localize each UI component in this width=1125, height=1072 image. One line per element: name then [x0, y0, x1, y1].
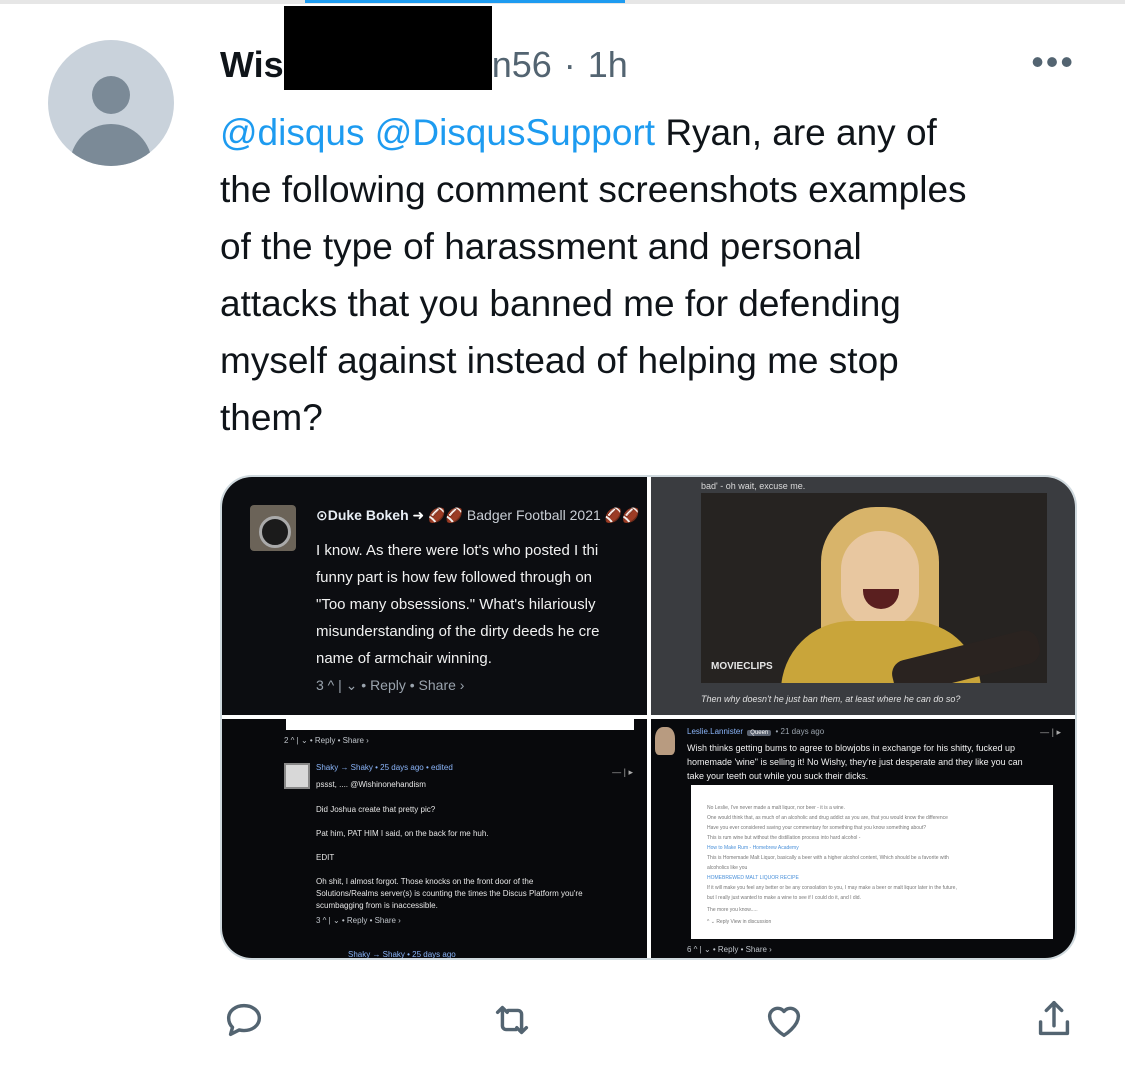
- share-icon[interactable]: [1029, 995, 1079, 1045]
- comment-line: Did Joshua create that pretty pic?: [316, 805, 436, 814]
- reply-box: [286, 719, 634, 730]
- comment-actions: 2 ^ | ⌄ • Reply • Share ›: [284, 736, 369, 745]
- image-caption-bottom: Then why doesn't he just ban them, at le…: [701, 694, 961, 704]
- comment-line: pssst, .... @Wishinonehandism: [316, 780, 426, 789]
- comment-username: ⊙Duke Bokeh ➜ 🏈🏈 Badger Football 2021 🏈🏈: [316, 507, 640, 524]
- comment-actions: 3 ^ | ⌄ • Reply • Share ›: [316, 677, 465, 693]
- football-icon: 🏈🏈: [604, 507, 640, 523]
- arrow-icon: ➜ 🏈🏈: [412, 507, 467, 523]
- card-link: HOMEBREWED MALT LIQUOR RECIPE: [707, 875, 799, 881]
- comment-body: I know. As there were lot's who posted I…: [316, 537, 647, 672]
- user-badge: Queen: [747, 730, 772, 736]
- card-line: ^ ⌄ Reply View in discussion: [707, 919, 772, 925]
- top-divider: [0, 0, 1125, 4]
- avatar-icon: [284, 763, 310, 789]
- card-line: alcoholics like you: [707, 865, 748, 871]
- like-icon[interactable]: [759, 995, 809, 1045]
- default-avatar-body: [70, 124, 152, 166]
- media-image-4[interactable]: Leslie.Lannister Queen • 21 days ago — |…: [651, 719, 1075, 958]
- movieclips-logo: MOVIECLIPS: [711, 661, 773, 672]
- comment-line: I know. As there were lot's who posted I…: [316, 542, 599, 559]
- flag-icon: — | ▸: [1040, 727, 1061, 737]
- comment-username: Shaky → Shaky • 25 days ago: [348, 950, 456, 959]
- camera-avatar-icon: [250, 505, 296, 551]
- comment-age: • 21 days ago: [775, 727, 825, 736]
- reply-icon[interactable]: [219, 995, 269, 1045]
- card-line: Have you ever considered saving your com…: [707, 825, 927, 831]
- movie-still: MOVIECLIPS: [701, 493, 1047, 683]
- media-image-1[interactable]: ⊙Duke Bokeh ➜ 🏈🏈 Badger Football 2021 🏈🏈…: [222, 477, 647, 715]
- mention-link[interactable]: @DisqusSupport: [375, 112, 655, 153]
- scene-face: [841, 531, 919, 627]
- separator: ·: [563, 44, 576, 85]
- comment-actions: 6 ^ | ⌄ • Reply • Share ›: [687, 945, 772, 954]
- comment-author: ⊙Duke Bokeh: [316, 507, 409, 523]
- comment-line: Wish thinks getting bums to agree to blo…: [687, 743, 1016, 753]
- card-line: The more you know.....: [707, 907, 758, 913]
- comment-line: name of armchair winning.: [316, 650, 492, 667]
- tweet-text-line: of the type of harassment and personal: [220, 226, 862, 267]
- tweet-text-line: the following comment screenshots exampl…: [220, 169, 967, 210]
- display-name[interactable]: Wis: [220, 44, 284, 86]
- redaction-box: [283, 6, 492, 90]
- card-line: This is rum wine but without the distill…: [707, 835, 861, 841]
- comment-actions: 3 ^ | ⌄ • Reply • Share ›: [316, 916, 401, 925]
- avatar[interactable]: [48, 40, 174, 166]
- tweet-text: @disqus @DisqusSupport Ryan, are any of …: [220, 104, 1090, 446]
- media-image-3[interactable]: 2 ^ | ⌄ • Reply • Share › Shaky → Shaky …: [222, 719, 647, 959]
- media-image-2[interactable]: bad' - oh wait, excuse me. MOVIECLIPS Th…: [651, 477, 1075, 715]
- comment-line: funny part is how few followed through o…: [316, 569, 592, 586]
- tweet-text-line: them?: [220, 397, 323, 438]
- flag-icon: — | ▸: [612, 767, 633, 777]
- mention-link[interactable]: @disqus: [220, 112, 365, 153]
- card-line: If it will make you feel any better or b…: [707, 885, 957, 891]
- tweet-text-line: myself against instead of helping me sto…: [220, 340, 899, 381]
- retweet-icon[interactable]: [487, 995, 537, 1045]
- comment-author: Leslie.Lannister: [687, 727, 744, 736]
- comment-username: Leslie.Lannister Queen • 21 days ago: [687, 727, 824, 736]
- timestamp[interactable]: 1h: [588, 44, 628, 86]
- active-indicator: [305, 0, 625, 3]
- card-link: How to Make Rum - Homebrew Academy: [707, 845, 799, 851]
- more-options-icon[interactable]: •••: [1031, 44, 1075, 80]
- comment-line: Pat him, PAT HIM I said, on the back for…: [316, 829, 489, 838]
- comment-username: Shaky → Shaky • 25 days ago • edited: [316, 763, 453, 772]
- user-handle[interactable]: n56: [492, 44, 552, 86]
- comment-line: EDIT: [316, 853, 335, 862]
- tweet-text-line: attacks that you banned me for defending: [220, 283, 901, 324]
- comment-line: take your teeth out while you suck their…: [687, 771, 869, 781]
- comment-line: misunderstanding of the dirty deeds he c…: [316, 623, 600, 640]
- card-line: No Leslie, I've never made a malt liquor…: [707, 805, 845, 811]
- comment-body: Wish thinks getting bums to agree to blo…: [687, 741, 1023, 783]
- avatar-icon: [655, 727, 675, 755]
- card-line: This is Homemade Malt Liquor, basically …: [707, 855, 949, 861]
- comment-line: homemade 'wine" is selling it! No Wishy,…: [687, 757, 1023, 767]
- tweet-text-line: Ryan, are any of: [665, 112, 937, 153]
- quoted-comment-card: No Leslie, I've never made a malt liquor…: [691, 785, 1053, 939]
- comment-line: scumbagging from is inaccessible.: [316, 901, 438, 910]
- comment-line: "Too many obsessions." What's hilariousl…: [316, 596, 596, 613]
- default-avatar-head: [92, 76, 130, 114]
- tweet-action-bar: [215, 995, 1085, 1045]
- media-grid: ⊙Duke Bokeh ➜ 🏈🏈 Badger Football 2021 🏈🏈…: [220, 475, 1077, 960]
- tweet-header: Wis n56 · 1h: [220, 6, 628, 90]
- card-line: but I really just wanted to make a wine …: [707, 895, 861, 901]
- card-line: One would think that, as much of an alco…: [707, 815, 948, 821]
- image-caption-top: bad' - oh wait, excuse me.: [701, 481, 806, 491]
- comment-group: Badger Football 2021: [466, 507, 601, 523]
